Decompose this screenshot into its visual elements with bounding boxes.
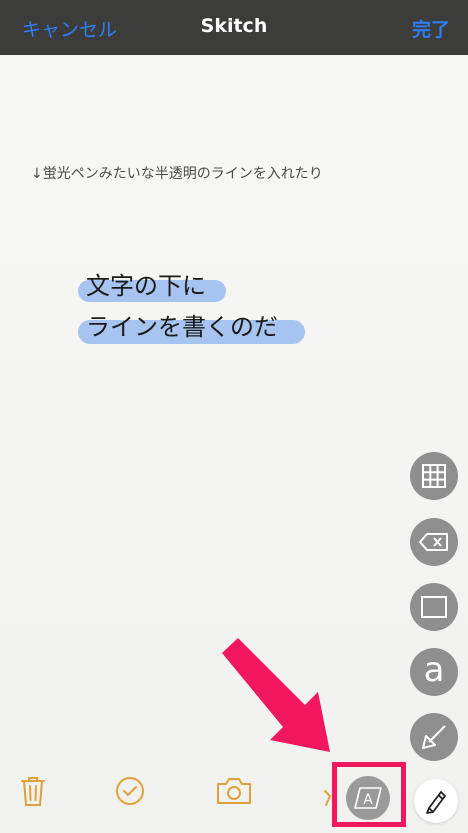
pen-tool-button[interactable] [414,779,458,823]
navigation-bar: キャンセル Skitch 完了 [0,0,468,55]
pen-icon [426,791,446,814]
handwritten-text-line: 文字の下に [86,272,206,300]
app-title: Skitch [200,15,268,37]
camera-icon [217,778,251,804]
arrow-tool-icon [422,725,446,749]
tag-icon [419,533,448,551]
pixelate-icon [422,464,446,488]
handwritten-text-line: ラインを書くのだ [86,313,278,341]
checkmark-icon [116,777,144,805]
trash-icon [21,777,45,806]
skitch-screen: キャンセル Skitch 完了 ↓蛍光ペンみたいな半透明のラインを入れたり 文字… [0,0,468,833]
camera-button[interactable] [215,775,253,807]
selected-text-tool-button[interactable]: A [346,776,390,820]
tag-tool-button[interactable] [410,518,458,566]
text-tool-icon: A [354,787,382,809]
arrow-tool-button[interactable] [410,713,458,761]
text-icon: a [423,650,445,690]
text-tool-button[interactable]: a [410,648,458,696]
rectangle-tool-button[interactable] [410,583,458,631]
selected-tool-glyph: A [363,792,373,808]
trash-button[interactable] [18,775,48,807]
pixelate-tool-button[interactable] [410,452,458,500]
rectangle-icon [421,596,447,618]
done-button[interactable]: 完了 [412,15,450,42]
caption-text: ↓蛍光ペンみたいな半透明のラインを入れたり [31,166,323,182]
confirm-button[interactable] [114,775,146,807]
